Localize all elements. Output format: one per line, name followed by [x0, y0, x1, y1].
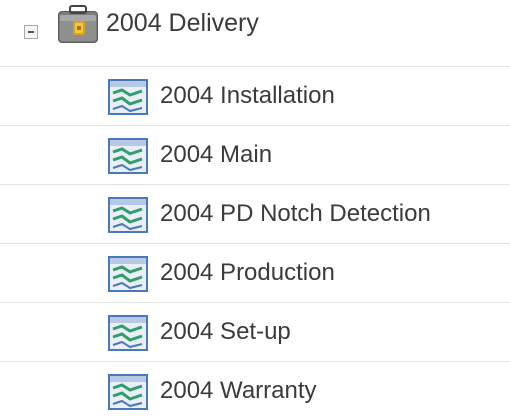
tree-leaf-label: 2004 Installation [160, 82, 335, 109]
report-chart-icon [108, 374, 148, 410]
tree-leaf-2004-production[interactable]: 2004 Production [0, 243, 510, 302]
report-chart-icon [108, 138, 148, 174]
report-chart-icon [108, 315, 148, 351]
briefcase-folder-icon [58, 5, 98, 43]
tree-leaf-2004-installation[interactable]: 2004 Installation [0, 66, 510, 125]
report-chart-icon [108, 256, 148, 292]
tree-leaf-label: 2004 Set-up [160, 318, 291, 345]
tree-leaf-2004-pd-notch-detection[interactable]: 2004 PD Notch Detection [0, 184, 510, 243]
tree-leaf-2004-set-up[interactable]: 2004 Set-up [0, 302, 510, 361]
tree-leaf-label: 2004 Production [160, 259, 335, 286]
tree-leaf-2004-warranty[interactable]: 2004 Warranty [0, 361, 510, 420]
report-chart-icon [108, 79, 148, 115]
collapse-toggle-icon[interactable] [24, 25, 38, 39]
report-chart-icon [108, 197, 148, 233]
tree-leaf-2004-main[interactable]: 2004 Main [0, 125, 510, 184]
tree-leaf-label: 2004 Warranty [160, 377, 317, 404]
tree-node-label: 2004 Delivery [106, 9, 259, 37]
tree-leaf-label: 2004 PD Notch Detection [160, 200, 431, 227]
report-tree: 2004 Delivery 2004 Installation 2004 Mai… [0, 0, 510, 412]
tree-node-2004-delivery[interactable]: 2004 Delivery [0, 0, 510, 62]
tree-leaf-label: 2004 Main [160, 141, 273, 168]
